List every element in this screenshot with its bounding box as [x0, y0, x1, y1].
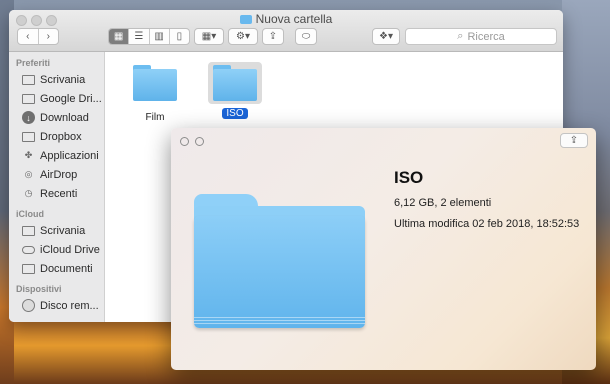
- sidebar-item-label: iCloud Drive: [40, 243, 100, 256]
- fullscreen-icon[interactable]: [195, 137, 204, 146]
- sidebar-item-label: Disco rem...: [40, 299, 99, 312]
- file-item-iso[interactable]: ISO: [200, 62, 270, 119]
- icon-view-button[interactable]: ▦: [109, 29, 130, 44]
- close-icon[interactable]: [180, 137, 189, 146]
- back-button[interactable]: ‹: [18, 29, 39, 44]
- quicklook-panel: ⇪ ISO 6,12 GB, 2 elementi Ultima modific…: [171, 128, 596, 370]
- sidebar-item-label: AirDrop: [40, 168, 78, 181]
- action-button[interactable]: ⚙▾: [228, 28, 258, 45]
- dropbox-button[interactable]: ❖▾: [372, 28, 400, 45]
- folder-preview-icon: [194, 194, 365, 328]
- grid-icon: ▦: [113, 31, 124, 42]
- search-field[interactable]: ⌕ Ricerca: [405, 28, 557, 45]
- dropbox-icon: ❖▾: [379, 31, 393, 42]
- coverflow-icon: ▯: [176, 31, 183, 42]
- sidebar-item-label: Google Dri...: [40, 92, 102, 105]
- disk-icon: [22, 299, 35, 312]
- desktop-icon: [22, 74, 35, 85]
- desktop-icon: [22, 225, 35, 236]
- document-icon: [22, 263, 35, 274]
- share-button[interactable]: ⇪: [262, 28, 284, 45]
- sidebar-section-title: Preferiti: [16, 58, 51, 68]
- apps-icon: ✤: [24, 150, 33, 160]
- forward-button[interactable]: ›: [39, 29, 59, 44]
- navigation-buttons: ‹ ›: [17, 28, 59, 45]
- sidebar-item-label: Scrivania: [40, 73, 86, 86]
- sidebar-item-label: Download: [40, 111, 89, 124]
- folder-icon: [239, 15, 252, 24]
- folder-icon: [22, 131, 35, 142]
- share-icon: ⇪: [268, 31, 278, 42]
- download-icon: ↓: [22, 111, 35, 124]
- folder-icon: [22, 93, 35, 104]
- window-title-text: Nuova cartella: [255, 12, 333, 26]
- sidebar-item-documenti[interactable]: Documenti: [9, 259, 104, 278]
- chevron-right-icon: ›: [46, 31, 50, 42]
- list-view-button[interactable]: ☰: [129, 29, 150, 44]
- window-title: Nuova cartella: [9, 12, 563, 26]
- folder-icon: [213, 65, 257, 101]
- clock-icon: ◷: [24, 188, 33, 198]
- sidebar-item-airdrop[interactable]: ◎ AirDrop: [9, 165, 104, 184]
- sidebar-item-label: Documenti: [40, 262, 93, 275]
- sidebar-item-scrivania[interactable]: Scrivania: [9, 70, 104, 89]
- coverflow-view-button[interactable]: ▯: [170, 29, 189, 44]
- sidebar-item-download[interactable]: ↓ Download: [9, 108, 104, 127]
- sidebar-item-dropbox[interactable]: Dropbox: [9, 127, 104, 146]
- quicklook-modified-date: Ultima modifica 02 feb 2018, 18:52:53: [394, 218, 580, 230]
- search-icon: ⌕: [457, 30, 464, 42]
- file-item-film[interactable]: Film: [120, 62, 190, 123]
- group-icon: ▦▾: [201, 31, 217, 42]
- sidebar-section-title: iCloud: [16, 209, 44, 219]
- sidebar-item-recenti[interactable]: ◷ Recenti: [9, 184, 104, 203]
- sidebar-item-label: Dropbox: [40, 130, 82, 143]
- quicklook-size-info: 6,12 GB, 2 elementi: [394, 197, 492, 209]
- sidebar-section-title: Dispositivi: [16, 284, 62, 294]
- selection-highlight: [208, 62, 262, 104]
- sidebar-item-label: Recenti: [40, 187, 78, 200]
- sidebar-item-label: Scrivania: [40, 224, 86, 237]
- group-button[interactable]: ▦▾: [194, 28, 224, 45]
- search-placeholder: Ricerca: [467, 30, 505, 43]
- sidebar-item-applicazioni[interactable]: ✤ Applicazioni: [9, 146, 104, 165]
- sidebar-item-icloud-drive[interactable]: iCloud Drive: [9, 240, 104, 259]
- columns-icon: ▥: [154, 31, 164, 42]
- sidebar-item-google-drive[interactable]: Google Dri...: [9, 89, 104, 108]
- airdrop-icon: ◎: [24, 169, 33, 179]
- sidebar-item-disco-removibile[interactable]: Disco rem...: [9, 296, 104, 315]
- share-icon: ⇪: [569, 135, 579, 146]
- quicklook-file-name: ISO: [394, 168, 424, 187]
- tags-button[interactable]: ⬭: [295, 28, 317, 45]
- gear-icon: ⚙▾: [236, 31, 250, 42]
- column-view-button[interactable]: ▥: [150, 29, 170, 44]
- folder-icon: [133, 65, 177, 101]
- file-name: ISO: [222, 108, 248, 119]
- view-mode-switcher: ▦ ☰ ▥ ▯: [108, 28, 190, 45]
- file-name: Film: [145, 112, 165, 123]
- list-icon: ☰: [134, 31, 144, 42]
- cloud-icon: [22, 245, 35, 254]
- chevron-left-icon: ‹: [26, 31, 30, 42]
- quicklook-share-button[interactable]: ⇪: [560, 133, 588, 148]
- finder-toolbar: Nuova cartella ‹ › ▦ ☰ ▥ ▯ ▦▾ ⚙▾ ⇪ ⬭ ❖▾ …: [9, 10, 563, 52]
- sidebar-item-label: Applicazioni: [40, 149, 99, 162]
- sidebar: Preferiti Scrivania Google Dri... ↓ Downl…: [9, 52, 105, 322]
- tag-icon: ⬭: [301, 31, 311, 42]
- sidebar-item-icloud-scrivania[interactable]: Scrivania: [9, 221, 104, 240]
